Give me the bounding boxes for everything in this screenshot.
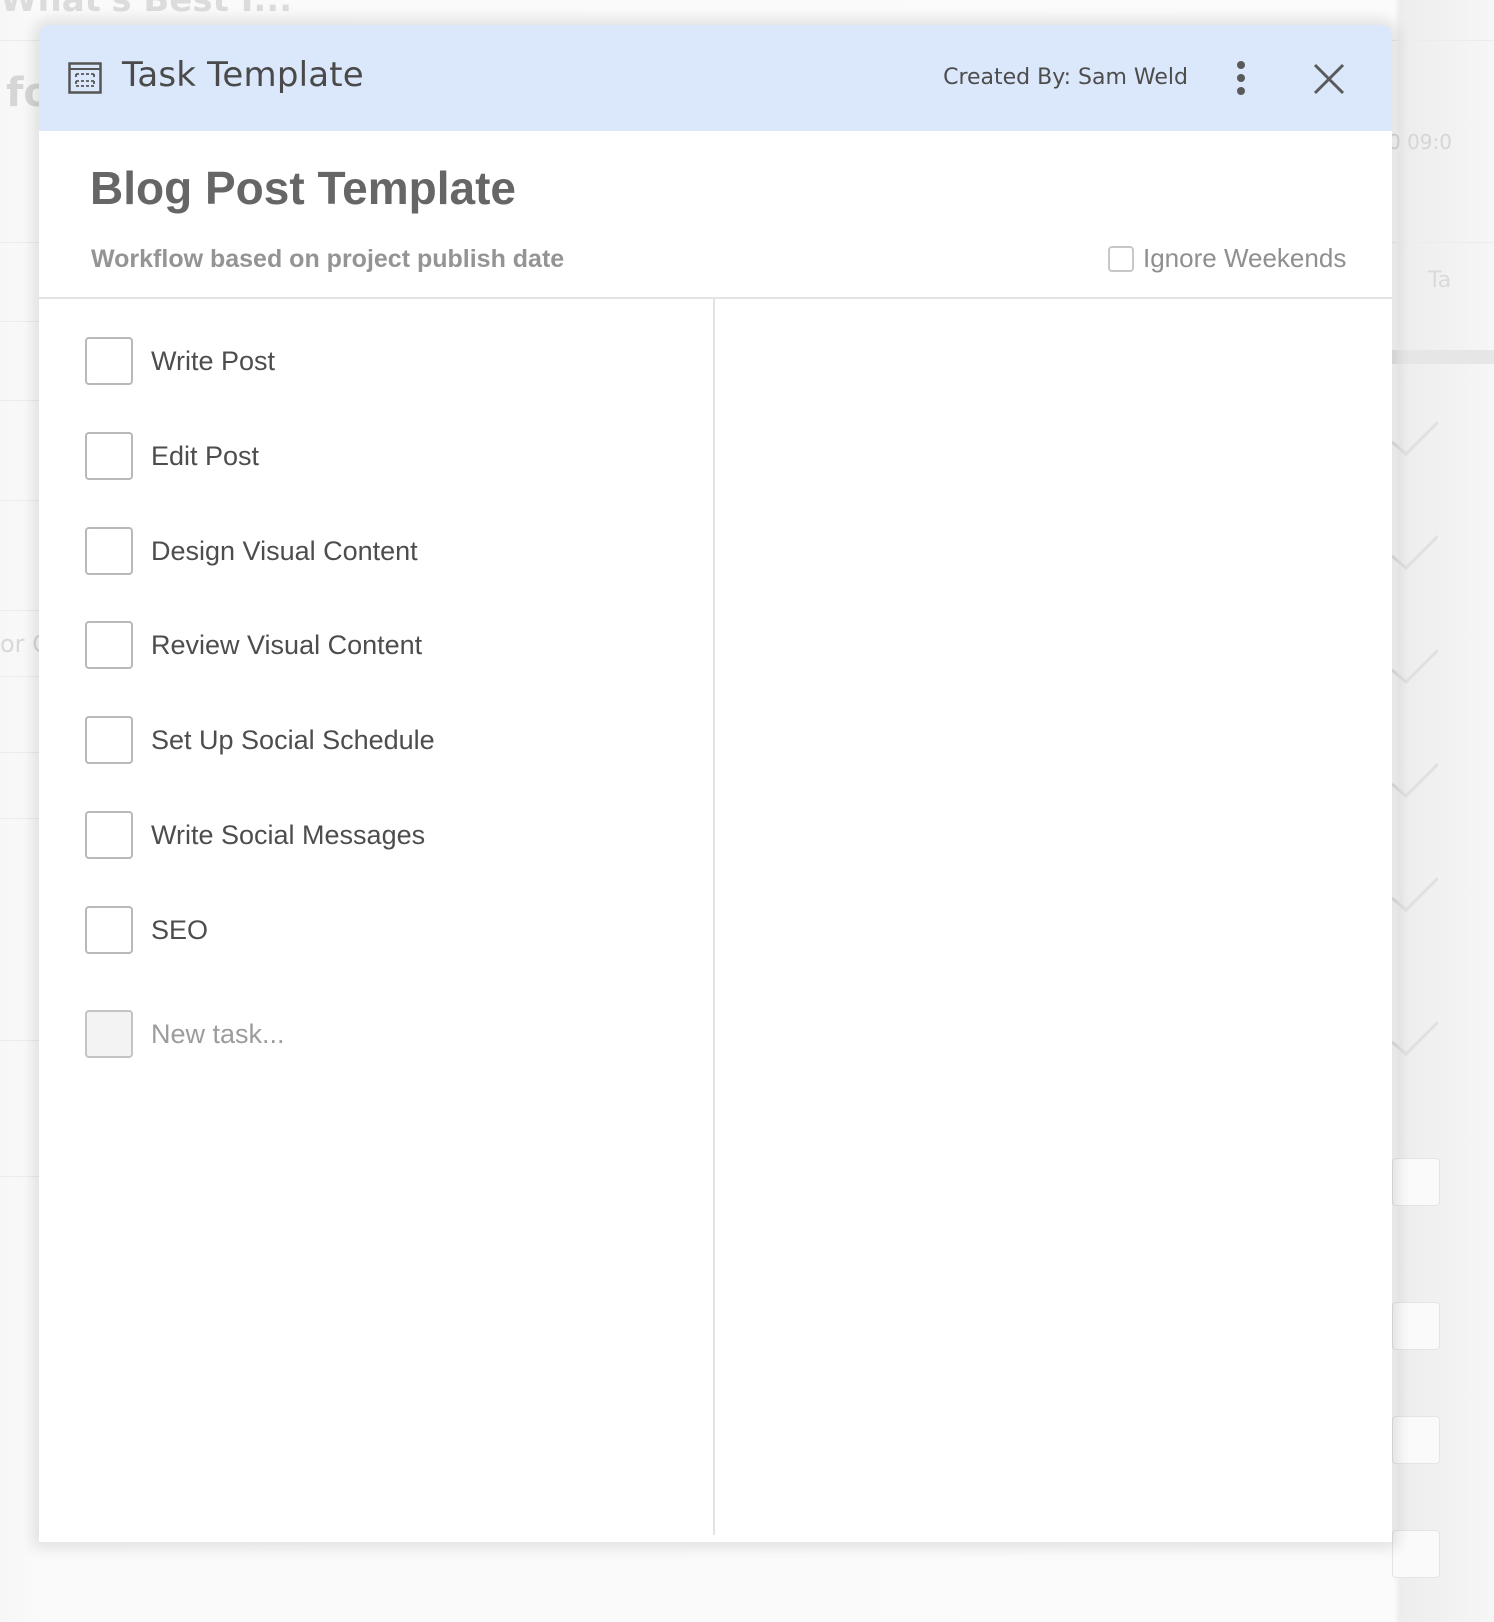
modal-header: Task Template Created By: Sam Weld — [39, 25, 1392, 131]
task-label[interactable]: Design Visual Content — [151, 536, 418, 567]
background-input-box — [1392, 1530, 1440, 1578]
background-check-icon — [1391, 1020, 1440, 1057]
workflow-description: Workflow based on project publish date — [91, 245, 565, 273]
task-detail-pane — [715, 299, 1392, 1542]
background-divider — [0, 242, 40, 243]
background-divider — [0, 752, 40, 753]
background-divider — [0, 1176, 40, 1177]
task-checkbox[interactable] — [85, 621, 133, 669]
background-time: 0 09:0 — [1388, 130, 1452, 154]
task-item[interactable]: Design Visual Content — [85, 527, 685, 575]
background-divider — [0, 1040, 40, 1041]
task-checkbox[interactable] — [85, 716, 133, 764]
new-task-input[interactable] — [151, 1018, 631, 1050]
background-divider — [0, 676, 40, 677]
background-check-icon — [1391, 762, 1440, 799]
new-task-checkbox — [85, 1010, 133, 1058]
background-input-box — [1392, 1158, 1440, 1206]
close-icon — [1313, 63, 1345, 95]
background-check-icon — [1391, 534, 1440, 571]
close-button[interactable] — [1311, 61, 1347, 97]
task-item[interactable]: Write Post — [85, 337, 685, 385]
new-task-row[interactable] — [85, 1010, 685, 1058]
more-options-button[interactable] — [1229, 59, 1253, 99]
task-checkbox[interactable] — [85, 432, 133, 480]
background-progress-bar — [1392, 350, 1494, 364]
ignore-weekends-toggle[interactable]: Ignore Weekends — [1108, 243, 1346, 274]
vertical-dots-icon — [1237, 61, 1245, 95]
task-item[interactable]: Write Social Messages — [85, 811, 685, 859]
background-check-icon — [1391, 420, 1440, 457]
task-label[interactable]: Write Post — [151, 346, 275, 377]
task-checkbox[interactable] — [85, 527, 133, 575]
task-checkbox[interactable] — [85, 811, 133, 859]
task-label[interactable]: Set Up Social Schedule — [151, 725, 435, 756]
template-name: Blog Post Template — [90, 162, 516, 214]
background-divider — [0, 321, 40, 322]
background-divider — [0, 500, 40, 501]
background-check-icon — [1391, 648, 1440, 685]
task-checkbox[interactable] — [85, 337, 133, 385]
background-page-title: What's Best I... — [0, 0, 293, 20]
created-by-label: Created By: Sam Weld — [943, 65, 1188, 90]
task-label[interactable]: SEO — [151, 915, 208, 946]
background-divider — [1392, 242, 1494, 243]
task-checkbox[interactable] — [85, 906, 133, 954]
background-input-box — [1392, 1416, 1440, 1464]
task-template-modal: Task Template Created By: Sam Weld Blog … — [39, 25, 1392, 1542]
template-icon — [68, 62, 102, 94]
background-divider — [0, 818, 40, 819]
background-divider — [0, 400, 40, 401]
background-divider — [0, 610, 40, 611]
background-check-icon — [1391, 876, 1440, 913]
task-label[interactable]: Review Visual Content — [151, 630, 422, 661]
task-item[interactable]: Set Up Social Schedule — [85, 716, 685, 764]
modal-title: Task Template — [122, 55, 364, 95]
task-label[interactable]: Edit Post — [151, 441, 259, 472]
task-item[interactable]: SEO — [85, 906, 685, 954]
ignore-weekends-checkbox[interactable] — [1108, 245, 1134, 272]
background-column-header: Ta — [1428, 268, 1452, 293]
task-item[interactable]: Review Visual Content — [85, 621, 685, 669]
task-item[interactable]: Edit Post — [85, 432, 685, 480]
background-input-box — [1392, 1302, 1440, 1350]
task-label[interactable]: Write Social Messages — [151, 820, 425, 851]
ignore-weekends-label: Ignore Weekends — [1143, 243, 1347, 273]
